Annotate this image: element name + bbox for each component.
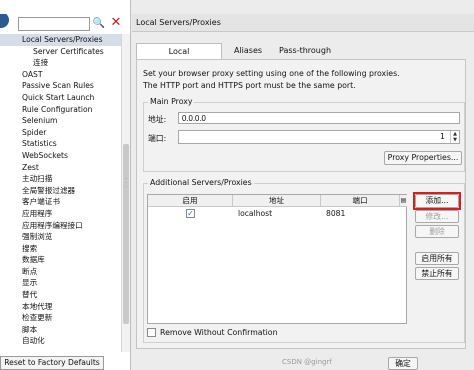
scrollbar-thumb[interactable] [123,144,129,324]
tree-item[interactable]: Local Servers/Proxies [0,34,121,46]
port-value: 1 [440,132,445,141]
tree-item[interactable]: 强制浏览 [0,231,121,243]
description-line-2: The HTTP port and HTTPS port must be the… [143,81,356,90]
row-port: 8081 [326,209,346,218]
additional-servers-title: Additional Servers/Proxies [148,178,254,188]
tree-item[interactable]: OAST [0,69,121,81]
tree-item[interactable]: 显示 [0,277,121,289]
proxy-properties-button[interactable]: Proxy Properties... [384,151,462,165]
description-line-1: Set your browser proxy setting using one… [143,69,400,78]
row-enabled-checkbox[interactable]: ✓ [186,209,195,218]
address-field[interactable] [178,112,460,124]
tree-item[interactable]: 连接 [0,57,121,69]
tab-pass-through[interactable]: Pass-through [274,43,336,60]
highlight-box [413,192,461,210]
enable-all-button[interactable]: 启用所有 [415,252,459,265]
watermark: CSDN @gingrf [282,358,332,366]
tree-item[interactable]: 本地代理 [0,301,121,313]
port-spinner[interactable]: 1 ▲ ▼ [178,130,460,144]
remove-without-confirmation-checkbox[interactable] [147,328,156,337]
ok-button[interactable]: 确定 [388,357,418,370]
options-tree: Local Servers/Proxies Server Certificates… [0,34,121,352]
app-logo-icon [0,14,14,28]
search-icon[interactable]: 🔍 [92,17,106,31]
tree-item[interactable]: 应用程序编程接口 [0,220,121,232]
tree-item[interactable]: 检查更新 [0,312,121,324]
tree-item[interactable]: Server Certificates [0,46,121,58]
tab-content: Set your browser proxy setting using one… [136,59,466,349]
column-chooser-icon[interactable]: ▤ [400,195,407,207]
tree-item[interactable]: WebSockets [0,150,121,162]
tree-scrollbar[interactable] [121,34,130,352]
options-content-pane: Local Servers/Proxies Local Servers/Prox… [132,0,474,370]
tab-local-servers-proxies[interactable]: Local Servers/Proxies [136,43,222,72]
main-proxy-group: Main Proxy 地址: 端口: 1 ▲▼ Proxy Properties… [143,97,465,172]
page-title: Local Servers/Proxies [132,14,474,32]
spinner-arrows-icon[interactable]: ▲ ▼ [450,131,459,143]
tree-item[interactable]: 脚本 [0,324,121,336]
tree-item[interactable]: Rule Configuration [0,104,121,116]
tree-item[interactable]: Selenium [0,115,121,127]
tree-item[interactable]: 客户端证书 [0,196,121,208]
tree-item[interactable]: Zest [0,162,121,174]
options-sidebar: 🔍 ✕ Local Servers/Proxies Server Certific… [0,0,131,370]
column-header-port[interactable]: 端口 [321,195,400,207]
tree-item[interactable]: 断点 [0,266,121,278]
reset-factory-defaults-button[interactable]: Reset to Factory Defaults [0,356,104,370]
options-search-input[interactable] [18,17,90,31]
splitter-handle-icon[interactable]: · · · [125,177,127,191]
tree-item[interactable]: Statistics [0,138,121,150]
additional-servers-table: 启用 地址 端口 ▤ ✓ localhost 8081 [147,194,407,324]
remove-without-confirmation-label: Remove Without Confirmation [160,328,278,337]
column-header-address[interactable]: 地址 [233,195,321,207]
modify-button[interactable]: 修改... [415,210,459,223]
tree-item[interactable]: 替代 [0,289,121,301]
options-tabs: Local Servers/Proxies Aliases Pass-throu… [136,43,466,72]
clear-search-icon[interactable]: ✕ [109,15,123,31]
table-row[interactable]: ✓ [148,208,233,220]
tab-aliases[interactable]: Aliases [228,43,268,60]
row-address: localhost [238,209,273,218]
address-label: 地址: [148,115,167,124]
tree-item[interactable]: Passive Scan Rules [0,80,121,92]
tree-item[interactable]: 自动化 [0,335,121,347]
tree-item[interactable]: 搜索 [0,243,121,255]
tree-item[interactable]: Spider [0,127,121,139]
tree-item[interactable]: 应用程序 [0,208,121,220]
column-header-enabled[interactable]: 启用 [148,195,233,207]
tree-item[interactable]: 全局警报过滤器 [0,185,121,197]
disable-all-button[interactable]: 禁止所有 [415,267,459,280]
remove-button[interactable]: 删除 [415,225,459,238]
main-proxy-title: Main Proxy [148,97,195,107]
tree-item[interactable]: Quick Start Launch [0,92,121,104]
tree-item[interactable]: 主动扫描 [0,173,121,185]
port-label: 端口: [148,134,167,143]
tree-item[interactable]: 数据库 [0,254,121,266]
